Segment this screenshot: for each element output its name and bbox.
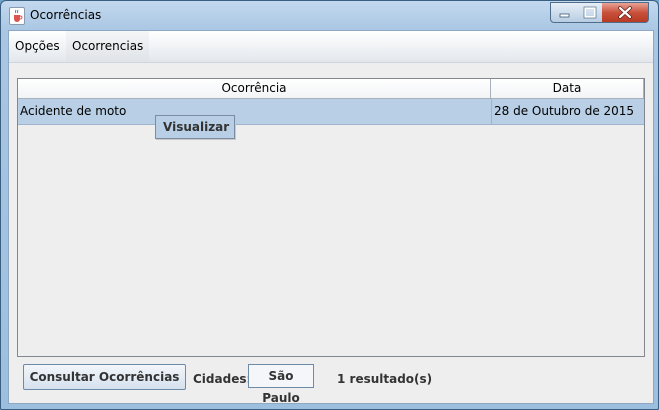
minimize-icon — [559, 13, 570, 18]
minimize-button[interactable] — [550, 2, 579, 23]
menu-bar: Opções Ocorrencias — [9, 31, 653, 63]
window-title: Ocorrências — [30, 8, 102, 22]
menu-opcoes[interactable]: Opções — [9, 31, 66, 62]
cell-data[interactable]: 28 de Outubro de 2015 — [491, 99, 643, 124]
java-cup-icon — [9, 7, 25, 25]
cell-ocorrencia[interactable]: Acidente de moto — [20, 99, 488, 124]
context-menu-item-visualizar[interactable]: Visualizar — [156, 116, 234, 138]
occurrences-table[interactable]: Ocorrência Data Acidente de moto 28 de O… — [17, 78, 645, 357]
table-row[interactable]: Acidente de moto 28 de Outubro de 2015 — [18, 99, 644, 125]
column-header-data[interactable]: Data — [491, 79, 644, 98]
column-header-ocorrencia[interactable]: Ocorrência — [18, 79, 491, 98]
cities-label: Cidades: — [193, 372, 252, 386]
close-button[interactable] — [602, 2, 649, 23]
close-icon — [618, 6, 632, 19]
menu-ocorrencias[interactable]: Ocorrencias — [66, 31, 150, 62]
consult-occurrences-button[interactable]: Consultar Ocorrências — [23, 364, 186, 390]
title-bar[interactable]: Ocorrências — [1, 1, 658, 31]
maximize-button[interactable] — [577, 2, 603, 23]
app-window: Ocorrências Opções Ocorrencias Ocorrênci… — [0, 0, 659, 410]
city-selector[interactable]: São Paulo — [248, 364, 314, 405]
content-pane: Opções Ocorrencias Ocorrência Data Acide… — [8, 30, 654, 405]
result-count: 1 resultado(s) — [337, 372, 433, 386]
maximize-icon — [583, 6, 597, 19]
context-menu: Visualizar — [155, 115, 235, 139]
table-header: Ocorrência Data — [18, 79, 644, 99]
